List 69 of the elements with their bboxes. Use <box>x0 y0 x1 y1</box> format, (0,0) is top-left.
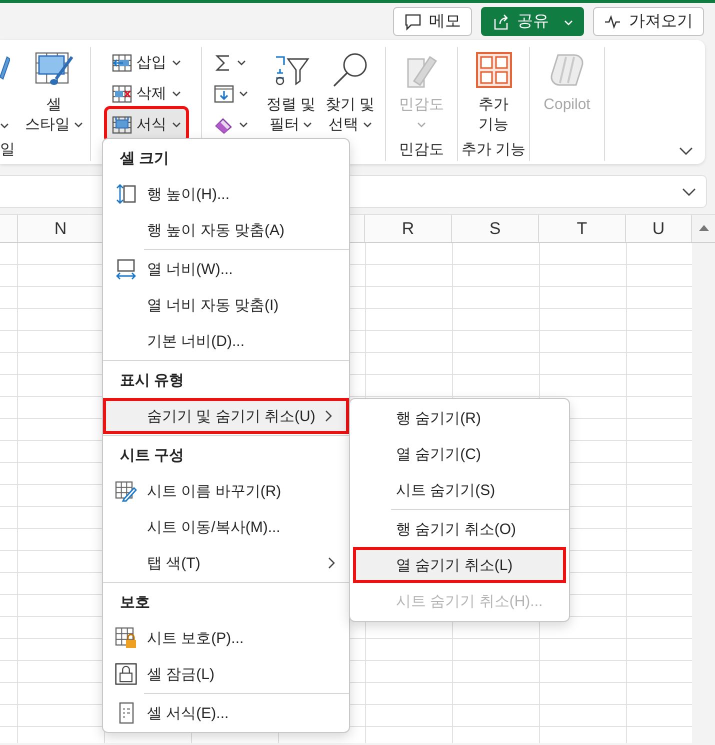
menu-item[interactable]: 열 너비(W)... <box>103 251 349 287</box>
group-label: 일 <box>0 140 16 160</box>
memo-button[interactable]: 메모 <box>393 7 472 36</box>
format-cells-icon <box>112 116 132 134</box>
column-width-icon <box>115 258 137 280</box>
ribbon-button[interactable]: 추가 기능 <box>472 47 514 137</box>
menu-item[interactable]: 시트 이동/복사(M)... <box>103 509 349 545</box>
menu-item[interactable]: 열 너비 자동 맞춤(I) <box>103 287 349 323</box>
menu-item[interactable]: 열 숨기기 취소(L) <box>353 547 566 583</box>
menu-header: 표시 유형 <box>119 370 186 390</box>
scroll-up-icon[interactable] <box>698 224 710 232</box>
pulse-icon <box>604 12 622 30</box>
menu-header: 보호 <box>119 592 151 612</box>
ribbon-button[interactable]: 삭제 <box>106 78 186 109</box>
menu-item[interactable]: 행 숨기기 취소(O) <box>350 511 569 547</box>
menu-item[interactable]: 열 숨기기(C) <box>350 436 569 472</box>
caret-icon <box>362 122 372 128</box>
caret-icon <box>237 60 246 66</box>
ribbon-button[interactable]: 찾기 및 선택 <box>322 47 378 137</box>
eraser-icon <box>214 116 234 134</box>
group-label: 민감도 <box>398 140 445 160</box>
rename-sheet-icon <box>115 480 137 502</box>
insert-cells-icon <box>112 54 132 72</box>
caret-icon <box>74 122 83 128</box>
caret-icon <box>239 90 248 96</box>
chevron-right-icon <box>325 410 332 422</box>
menu-item[interactable]: 셀 서식(E)... <box>103 695 349 731</box>
menu-item[interactable]: 행 높이 자동 맞춤(A) <box>103 212 349 248</box>
menu-header: 시트 구성 <box>119 446 186 466</box>
chevron-right-icon <box>328 557 335 569</box>
catch-up-button[interactable]: 가져오기 <box>593 7 704 36</box>
caret-icon <box>417 122 426 128</box>
caret-icon <box>303 122 312 128</box>
group-label: 추가 기능 <box>460 140 527 160</box>
caret-icon <box>0 123 9 129</box>
column-header[interactable]: R <box>365 215 452 242</box>
menu-item[interactable]: 기본 너비(D)... <box>103 323 349 359</box>
menu-item[interactable]: 탭 색(T) <box>103 545 349 581</box>
column-header[interactable]: S <box>452 215 539 242</box>
menu-header: 셀 크기 <box>119 148 170 168</box>
menu-item[interactable]: 시트 숨기기(S) <box>350 472 569 508</box>
collapse-ribbon-icon[interactable] <box>679 147 693 155</box>
expand-icon[interactable] <box>682 188 696 196</box>
menu-item[interactable]: 행 숨기기(R) <box>350 400 569 436</box>
menu-item[interactable]: 숨기기 및 숨기기 취소(U) <box>103 398 349 434</box>
caret-icon <box>172 90 180 96</box>
menu-item[interactable]: 시트 이름 바꾸기(R) <box>103 473 349 509</box>
delete-cells-icon <box>112 84 132 102</box>
ribbon-button[interactable]: 정렬 및 필터 <box>263 47 318 137</box>
column-header[interactable]: T <box>539 215 626 242</box>
menu-item[interactable]: 행 높이(H)... <box>103 176 349 212</box>
menu-item[interactable]: 셀 잠금(L) <box>103 656 349 692</box>
share-icon <box>492 12 510 30</box>
ribbon-button[interactable]: 셀 스타일 <box>22 47 86 137</box>
ribbon-button[interactable]: 삽입 <box>106 47 186 78</box>
speech-bubble-icon <box>404 12 422 30</box>
ribbon-button[interactable]: 서식 <box>106 109 186 140</box>
caret-icon <box>239 122 248 128</box>
menu-item[interactable]: 시트 보호(P)... <box>103 620 349 656</box>
search-icon <box>331 52 370 88</box>
padlock-icon <box>115 661 137 687</box>
share-button[interactable]: 공유 <box>481 7 584 36</box>
row-height-icon <box>115 183 137 205</box>
caret-icon <box>564 20 573 26</box>
fill-down-icon <box>214 84 234 102</box>
caret-icon <box>172 122 180 128</box>
sheet-lock-icon <box>115 627 137 649</box>
caret-icon <box>172 60 180 66</box>
grid-squares-icon <box>476 52 512 88</box>
